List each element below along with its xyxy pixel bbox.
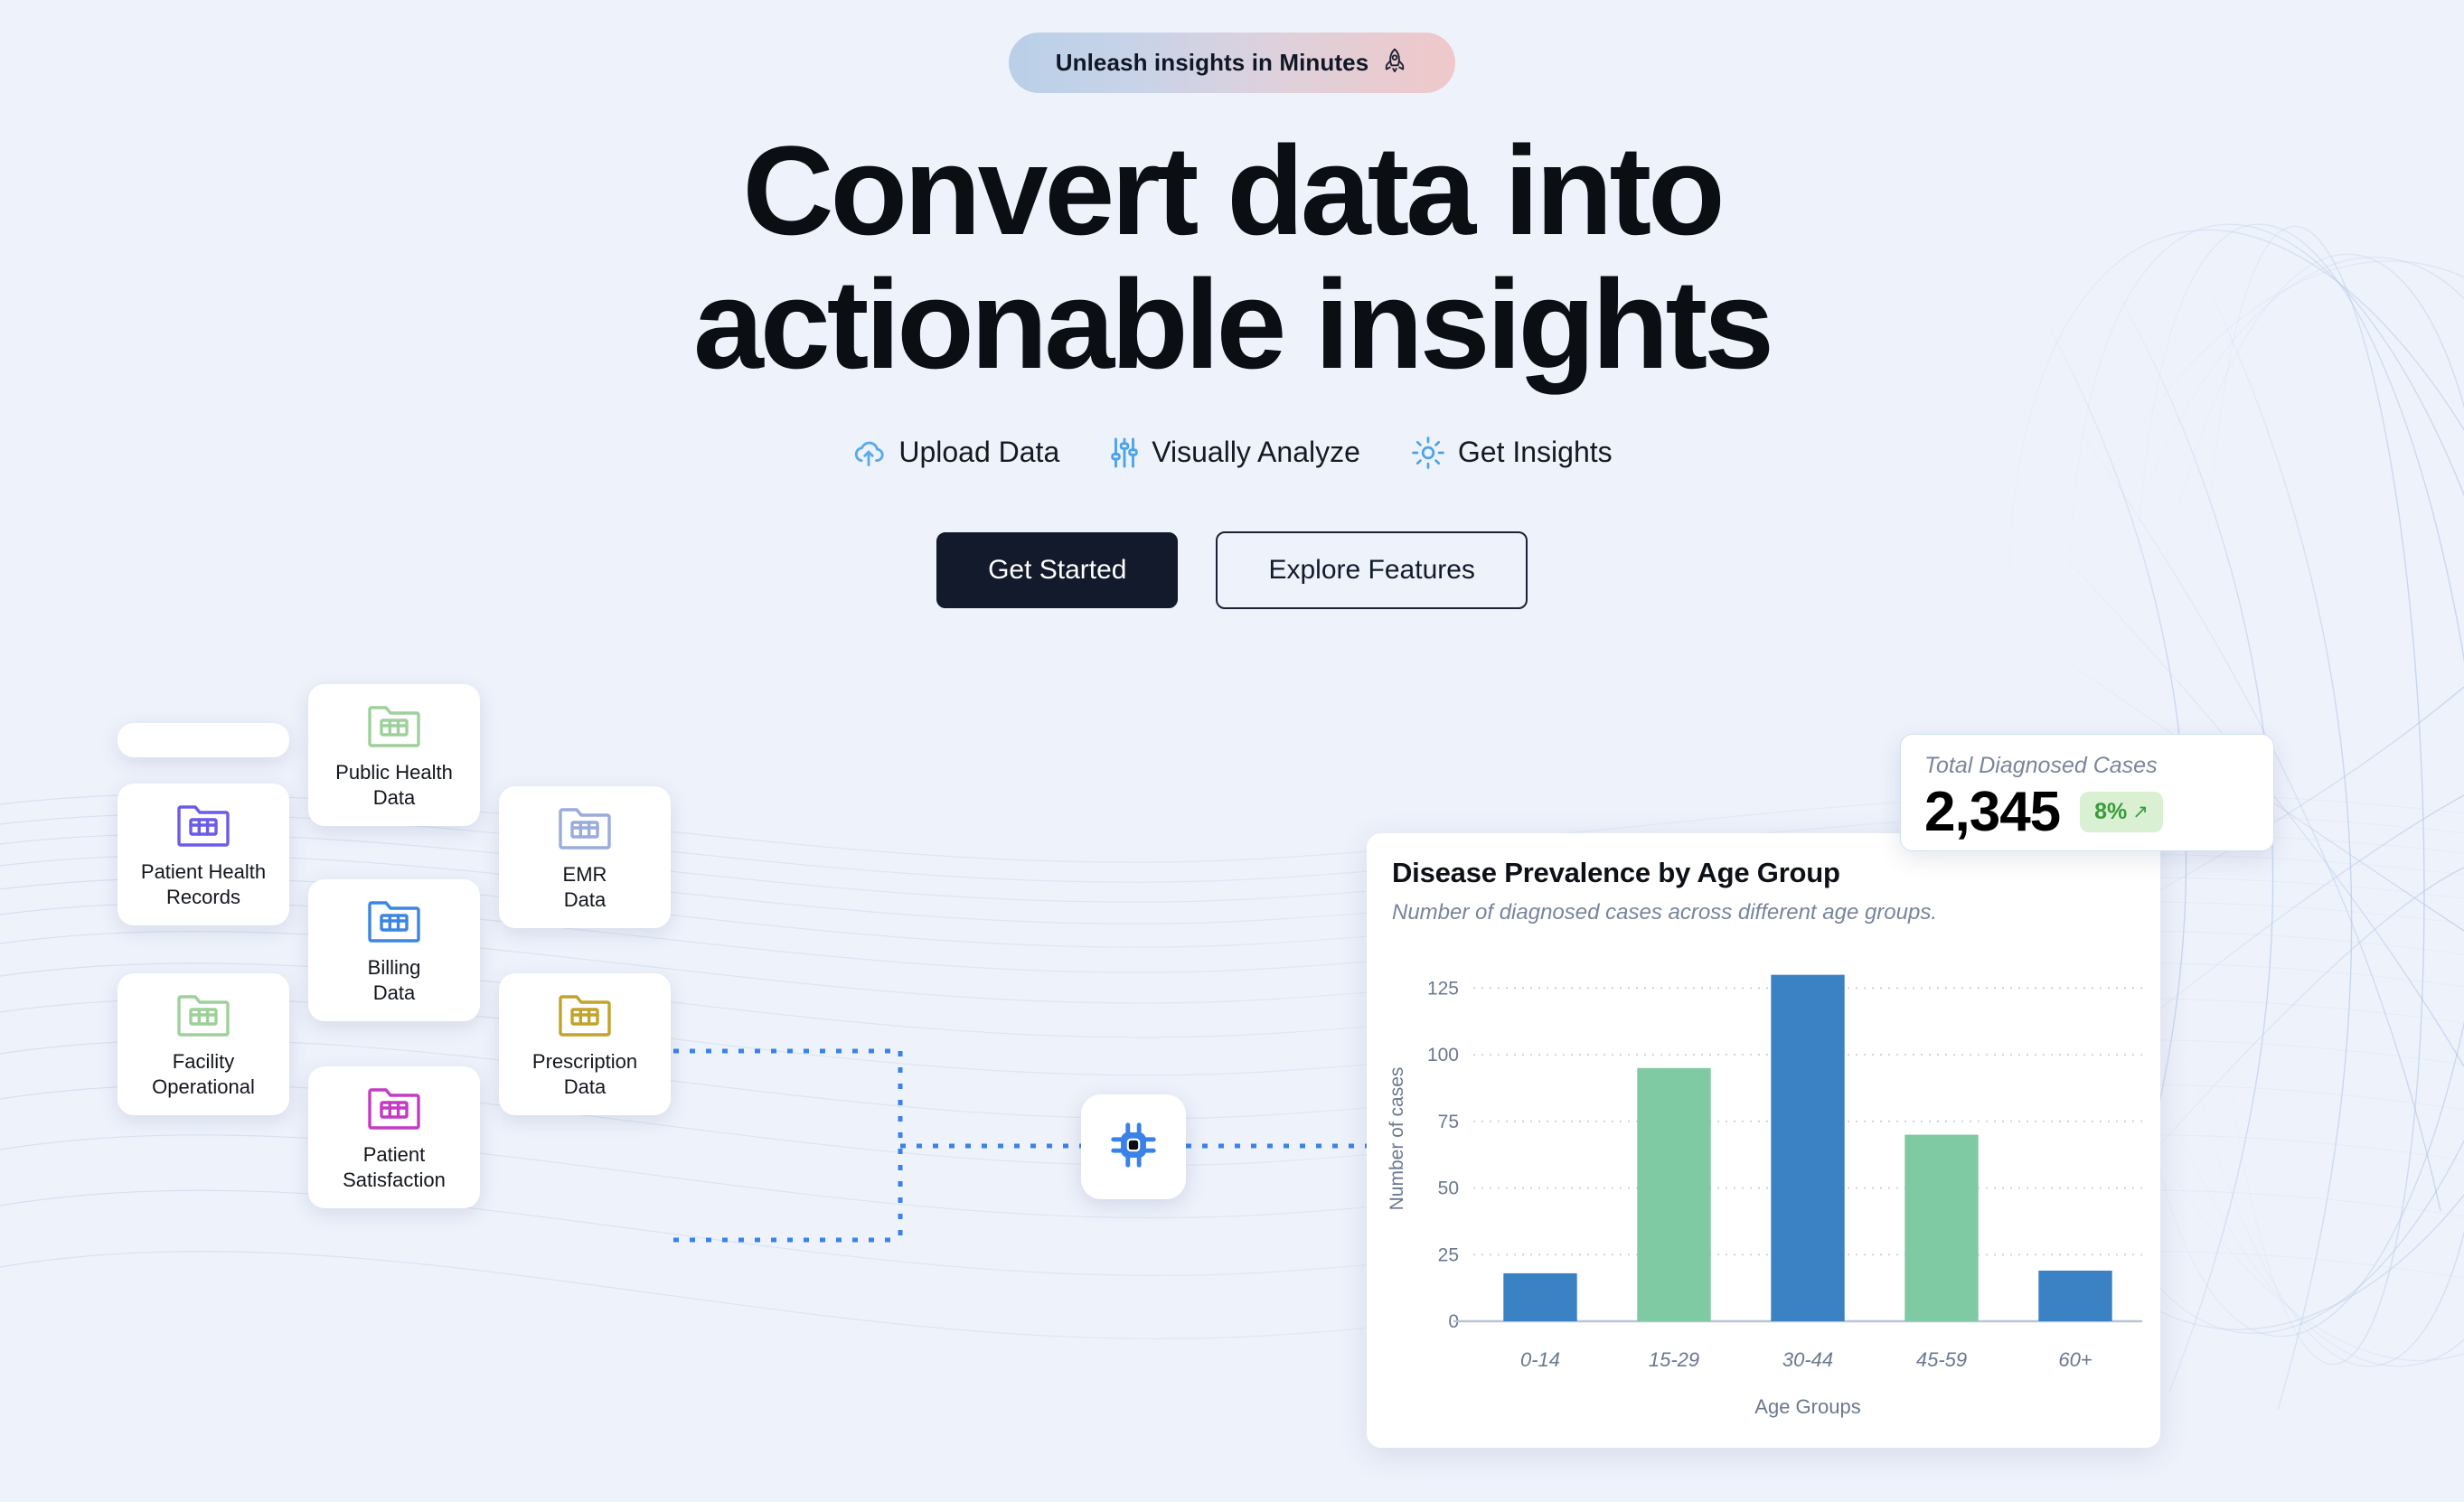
tagline-badge: Unleash insights in Minutes	[1008, 33, 1456, 93]
label-line-2: Data	[563, 887, 607, 911]
label-line-2: Records	[166, 885, 240, 908]
explore-features-button[interactable]: Explore Features	[1216, 530, 1528, 609]
source-card-emr-data[interactable]: EMR Data	[499, 786, 671, 929]
chart-bar[interactable]	[1771, 974, 1845, 1321]
y-axis-tick-label: 25	[1438, 1244, 1459, 1265]
bar-chart-plot: 02550751001250-1415-2930-4445-5960+Age G…	[1367, 942, 2160, 1430]
headline-line-1: Convert data into	[742, 119, 1725, 261]
feature-get-insights: Get Insights	[1411, 436, 1613, 470]
get-started-button[interactable]: Get Started	[936, 531, 1179, 608]
folder-table-icon	[508, 804, 662, 851]
headline-line-2: actionable insights	[693, 253, 1774, 396]
sliders-icon	[1110, 436, 1139, 470]
feature-label: Upload Data	[898, 436, 1060, 469]
source-card-label: Billing Data	[317, 955, 471, 1005]
kpi-delta-badge: 8% ↗	[2080, 792, 2163, 833]
source-card-facility-operational[interactable]: Facility Operational	[118, 973, 289, 1116]
label-line-1: Patient	[362, 1143, 426, 1166]
chart-bar[interactable]	[1904, 1134, 1979, 1321]
cloud-upload-icon	[851, 436, 886, 470]
feature-upload-data: Upload Data	[851, 436, 1059, 470]
chart-subtitle: Number of diagnosed cases across differe…	[1392, 900, 1938, 925]
x-axis-tick-label: 15-29	[1649, 1348, 1699, 1371]
chart-title: Disease Prevalence by Age Group	[1392, 857, 1840, 888]
folder-table-icon	[317, 1084, 471, 1131]
rocket-icon	[1381, 47, 1408, 79]
x-axis-label: Age Groups	[1754, 1395, 1860, 1418]
source-card-patient-satisfaction[interactable]: Patient Satisfaction	[308, 1066, 480, 1209]
label-line-1: Patient Health	[140, 860, 267, 883]
source-card-label: Patient Satisfaction	[317, 1142, 471, 1192]
y-axis-label: Number of cases	[1387, 1067, 1407, 1211]
label-line-1: EMR	[562, 863, 607, 886]
feature-highlights: Upload Data Visually Analyze Get Insight…	[0, 436, 2464, 470]
label-line-2: Data	[563, 1075, 607, 1098]
source-card-label: Facility Operational	[127, 1049, 280, 1099]
kpi-delta-value: 8%	[2094, 799, 2128, 825]
x-axis-tick-label: 60+	[2058, 1348, 2092, 1371]
source-card-label: Public Health Data	[317, 760, 471, 810]
x-axis-tick-label: 45-59	[1916, 1348, 1967, 1371]
label-line-1: Public Health	[335, 761, 453, 784]
source-card-label: Patient Health Records	[127, 859, 280, 909]
folder-table-icon	[127, 802, 280, 849]
kpi-label: Total Diagnosed Cases	[1924, 753, 2158, 778]
sun-insights-icon	[1411, 436, 1445, 470]
y-axis-tick-label: 75	[1438, 1112, 1459, 1132]
kpi-card-total-diagnosed-cases: Total Diagnosed Cases 2,345 8% ↗	[1900, 734, 2274, 851]
source-card-label: EMR Data	[508, 862, 662, 912]
x-axis-tick-label: 30-44	[1782, 1348, 1833, 1371]
pipeline-visualization: Public Health Data Patient Health Record…	[0, 684, 2464, 1502]
trend-up-arrow-icon: ↗	[2132, 802, 2149, 823]
source-card-public-health-data[interactable]: Public Health Data	[308, 684, 480, 827]
y-axis-tick-label: 100	[1427, 1045, 1459, 1065]
label-line-2: Operational	[152, 1075, 255, 1098]
source-card-billing-data[interactable]: Billing Data	[308, 879, 480, 1022]
kpi-value-row: 2,345 8% ↗	[1924, 783, 2250, 841]
label-line-1: Billing	[367, 956, 421, 979]
chart-bar[interactable]	[1637, 1067, 1711, 1321]
feature-label: Get Insights	[1457, 436, 1613, 469]
cta-row: Get Started Explore Features	[0, 530, 2464, 609]
label-line-2: Satisfaction	[343, 1168, 446, 1191]
folder-table-icon	[317, 897, 471, 944]
feature-visually-analyze: Visually Analyze	[1110, 436, 1360, 470]
source-card-patient-health-records[interactable]	[118, 723, 289, 757]
label-line-2: Data	[372, 785, 416, 809]
source-card-label: Prescription Data	[508, 1049, 662, 1099]
kpi-value: 2,345	[1924, 781, 2061, 843]
source-card-prescription-data[interactable]: Prescription Data	[499, 973, 671, 1116]
cpu-chip-icon	[1105, 1117, 1161, 1178]
label-line-1: Facility	[172, 1050, 235, 1073]
chart-bar[interactable]	[2038, 1270, 2112, 1321]
y-axis-tick-label: 125	[1427, 978, 1459, 999]
x-axis-tick-label: 0-14	[1520, 1348, 1560, 1371]
hero-section: Unleash insights in Minutes Convert data…	[0, 0, 2464, 609]
folder-table-icon	[508, 991, 662, 1038]
tagline-badge-label: Unleash insights in Minutes	[1055, 49, 1369, 76]
label-line-2: Data	[372, 981, 416, 1004]
folder-table-icon	[317, 702, 471, 749]
bar-chart-svg: 02550751001250-1415-2930-4445-5960+Age G…	[1387, 974, 2142, 1418]
page-title: Convert data into actionable insights	[0, 119, 2464, 396]
chart-card: Disease Prevalence by Age Group Number o…	[1367, 833, 2160, 1448]
processor-node[interactable]	[1081, 1094, 1186, 1199]
folder-table-icon	[127, 991, 280, 1038]
y-axis-tick-label: 50	[1438, 1178, 1459, 1199]
label-line-1: Prescription	[531, 1050, 638, 1073]
feature-label: Visually Analyze	[1152, 436, 1360, 469]
source-card-patient-health-records-main[interactable]: Patient Health Records	[118, 784, 289, 926]
chart-bar[interactable]	[1503, 1272, 1577, 1321]
